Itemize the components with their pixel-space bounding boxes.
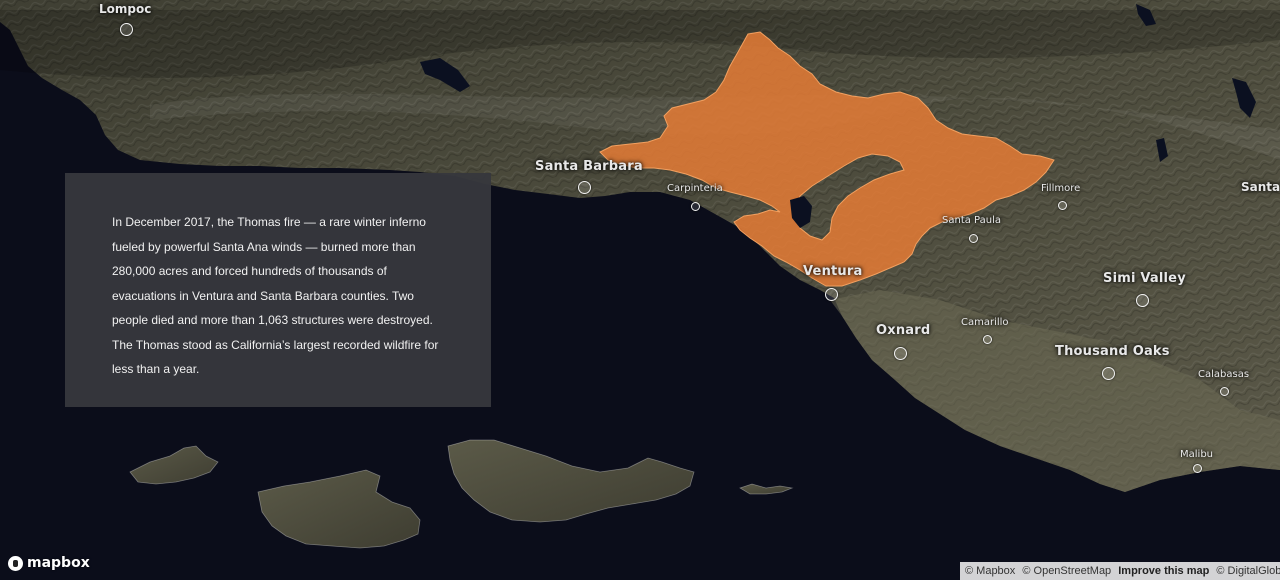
place-label-simi-valley: Simi Valley bbox=[1103, 271, 1186, 286]
mapbox-logo[interactable]: mapbox bbox=[8, 555, 90, 571]
camarillo-marker[interactable] bbox=[983, 335, 992, 344]
place-label-calabasas: Calabasas bbox=[1198, 369, 1250, 380]
calabasas-marker[interactable] bbox=[1220, 387, 1229, 396]
mapbox-logo-text: mapbox bbox=[27, 555, 90, 571]
place-label-fillmore: Fillmore bbox=[1041, 183, 1081, 194]
place-label-ventura: Ventura bbox=[803, 264, 863, 279]
ventura-marker[interactable] bbox=[825, 288, 838, 301]
lompoc-marker[interactable] bbox=[120, 23, 133, 36]
place-label-santa-clarita: Santa bbox=[1241, 180, 1280, 194]
mapbox-logo-icon bbox=[8, 555, 23, 571]
carpinteria-marker[interactable] bbox=[691, 202, 700, 211]
attribution-osm-link[interactable]: © OpenStreetMap bbox=[1022, 565, 1111, 577]
thousand-oaks-marker[interactable] bbox=[1102, 367, 1115, 380]
place-label-oxnard: Oxnard bbox=[876, 323, 931, 338]
place-label-malibu: Malibu bbox=[1180, 449, 1213, 460]
place-label-lompoc: Lompoc bbox=[99, 2, 152, 16]
place-label-carpinteria: Carpinteria bbox=[667, 183, 723, 194]
improve-map-link[interactable]: Improve this map bbox=[1118, 565, 1209, 577]
malibu-marker[interactable] bbox=[1193, 464, 1202, 473]
attribution-bar: © Mapbox © OpenStreetMap Improve this ma… bbox=[960, 562, 1280, 580]
santa-paula-marker[interactable] bbox=[969, 234, 978, 243]
place-label-thousand-oaks: Thousand Oaks bbox=[1055, 344, 1170, 359]
place-label-santa-barbara: Santa Barbara bbox=[535, 159, 643, 174]
attribution-digitalglobe-link[interactable]: © DigitalGlobe bbox=[1216, 565, 1280, 577]
info-text: In December 2017, the Thomas fire — a ra… bbox=[112, 215, 439, 376]
oxnard-marker[interactable] bbox=[894, 347, 907, 360]
place-label-camarillo: Camarillo bbox=[961, 317, 1009, 328]
fillmore-marker[interactable] bbox=[1058, 201, 1067, 210]
santa-barbara-marker[interactable] bbox=[578, 181, 591, 194]
info-panel: In December 2017, the Thomas fire — a ra… bbox=[65, 173, 491, 407]
attribution-mapbox-link[interactable]: © Mapbox bbox=[965, 565, 1015, 577]
place-label-santa-paula: Santa Paula bbox=[942, 215, 1001, 226]
simi-valley-marker[interactable] bbox=[1136, 294, 1149, 307]
